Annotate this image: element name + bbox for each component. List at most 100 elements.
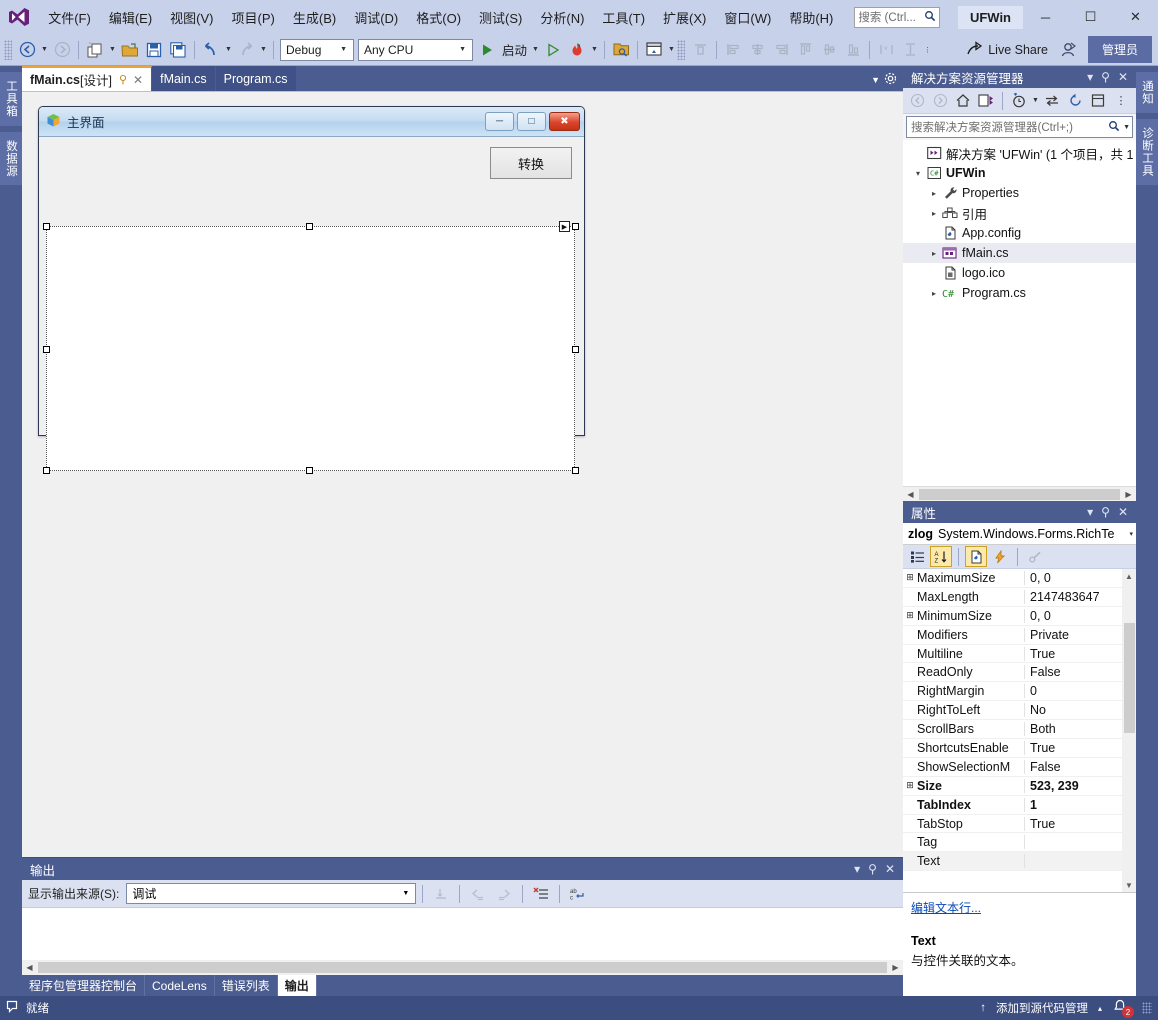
chevron-down-icon[interactable]: ▾ [854, 862, 860, 876]
property-pages-icon[interactable] [1024, 546, 1046, 567]
output-text-area[interactable]: ◀ ▶ [22, 908, 903, 975]
categorized-icon[interactable] [906, 546, 928, 567]
property-value[interactable]: True [1025, 817, 1136, 831]
properties-object-selector[interactable]: zlog System.Windows.Forms.RichTe ▾ [903, 523, 1136, 545]
tab-fmain-design[interactable]: fMain.cs [设计] ⚲ ✕ [22, 66, 153, 91]
navigate-backward-dropdown[interactable]: ▼ [39, 38, 50, 62]
menu-item-debug[interactable]: 调试(D) [345, 4, 407, 31]
expand-icon[interactable]: ⊞ [903, 572, 917, 583]
resize-handle-top-center[interactable] [306, 223, 313, 230]
property-value[interactable]: False [1025, 665, 1136, 679]
property-row[interactable]: TabStop True [903, 815, 1136, 834]
scroll-down-icon[interactable]: ▼ [1125, 878, 1133, 892]
minimize-button[interactable]: ─ [1023, 0, 1068, 34]
property-row[interactable]: Multiline True [903, 645, 1136, 664]
tab-program-cs[interactable]: Program.cs [215, 66, 297, 91]
scroll-thumb[interactable] [38, 962, 887, 973]
form-close-button[interactable]: ✖ [549, 112, 580, 131]
solution-configuration-combo[interactable]: Debug ▼ [280, 38, 354, 61]
properties-grid[interactable]: ⊞ MaximumSize 0, 0 MaxLength 2147483647 ⊞ Mi… [903, 569, 1136, 892]
notifications-button[interactable]: 2 [1112, 999, 1134, 1018]
forward-icon[interactable] [929, 90, 951, 112]
resize-handle-bottom-left[interactable] [43, 467, 50, 474]
tab-codelens[interactable]: CodeLens [145, 975, 215, 996]
form-maximize-button[interactable]: □ [517, 112, 546, 131]
undo-dropdown[interactable]: ▼ [223, 38, 234, 62]
new-project-dropdown[interactable]: ▼ [107, 38, 118, 62]
tab-settings-gear-icon[interactable] [884, 72, 897, 88]
align-rights-icon[interactable] [769, 38, 793, 62]
menu-item-build[interactable]: 生成(B) [284, 4, 345, 31]
output-horizontal-scrollbar[interactable]: ◀ ▶ [22, 960, 903, 975]
property-value[interactable]: 523, 239 [1025, 779, 1136, 793]
maximize-button[interactable]: ☐ [1068, 0, 1113, 34]
designer-window-icon[interactable] [642, 38, 666, 62]
tab-output[interactable]: 输出 [277, 975, 317, 996]
property-value[interactable]: 0, 0 [1025, 609, 1136, 623]
resize-handle-top-left[interactable] [43, 223, 50, 230]
vtab-toolbox[interactable]: 工具箱 [0, 72, 22, 126]
resize-handle-bottom-center[interactable] [306, 467, 313, 474]
vtab-notifications[interactable]: 通知 [1136, 72, 1158, 113]
smart-tag-glyph-icon[interactable]: ▶ [559, 221, 570, 232]
scroll-up-icon[interactable]: ▲ [1125, 569, 1133, 583]
resize-handle-mid-left[interactable] [43, 346, 50, 353]
chevron-down-icon[interactable]: ▾ [1087, 505, 1093, 519]
align-to-grid-icon[interactable] [688, 38, 712, 62]
pin-icon[interactable]: ⚲ [1101, 70, 1110, 84]
designed-form[interactable]: 主界面 ─ □ ✖ 转换 ▶ [38, 106, 585, 474]
form-client-area[interactable]: 转换 ▶ [41, 138, 582, 474]
vtab-data-sources[interactable]: 数据源 [0, 131, 22, 185]
pending-changes-filter-icon[interactable] [1008, 90, 1030, 112]
menu-item-window[interactable]: 窗口(W) [715, 4, 780, 31]
collapse-toggle-icon[interactable] [1041, 90, 1063, 112]
close-icon[interactable]: ✕ [1118, 70, 1128, 84]
property-value[interactable]: True [1025, 741, 1136, 755]
quick-launch-search[interactable]: 搜索 (Ctrl... [854, 6, 940, 28]
property-value[interactable]: False [1025, 760, 1136, 774]
start-without-debugging-icon[interactable] [541, 38, 565, 62]
close-button[interactable]: ✕ [1113, 0, 1158, 34]
tree-node-references[interactable]: ▸ 引用 [903, 203, 1136, 223]
hot-reload-dropdown[interactable]: ▼ [589, 38, 600, 62]
property-row[interactable]: ShowSelectionM False [903, 758, 1136, 777]
tree-node-properties[interactable]: ▸ Properties [903, 183, 1136, 203]
new-project-icon[interactable] [83, 38, 107, 62]
alphabetical-icon[interactable]: AZ [930, 546, 952, 567]
form-designer-surface[interactable]: 主界面 ─ □ ✖ 转换 ▶ [22, 91, 903, 857]
preview-selected-items-icon[interactable] [609, 38, 633, 62]
make-same-height-icon[interactable] [898, 38, 922, 62]
align-tops-icon[interactable] [793, 38, 817, 62]
menu-item-view[interactable]: 视图(V) [161, 4, 222, 31]
property-row[interactable]: ⊞ Size 523, 239 [903, 777, 1136, 796]
property-row[interactable]: Text [903, 852, 1136, 872]
show-all-files-icon[interactable] [1087, 90, 1109, 112]
tree-node-project-ufwin[interactable]: ▾ C# UFWin [903, 163, 1136, 183]
tree-node-solution[interactable]: 解决方案 'UFWin' (1 个项目，共 1 个 [903, 143, 1136, 163]
active-files-dropdown-icon[interactable]: ▼ [871, 75, 880, 85]
solution-explorer-search-input[interactable]: 搜索解决方案资源管理器(Ctrl+;) ▼ [906, 116, 1133, 138]
chevron-down-icon[interactable]: ▾ [1129, 530, 1133, 538]
resize-grip[interactable] [1142, 1002, 1152, 1014]
menu-item-format[interactable]: 格式(O) [407, 4, 470, 31]
tree-node-fmain-cs[interactable]: ▸ fMain.cs [903, 243, 1136, 263]
align-middles-icon[interactable] [817, 38, 841, 62]
property-value[interactable]: 0, 0 [1025, 571, 1136, 585]
pin-icon[interactable]: ⚲ [1101, 505, 1110, 519]
property-value[interactable]: Private [1025, 628, 1136, 642]
save-all-icon[interactable] [166, 38, 190, 62]
property-row[interactable]: ShortcutsEnable True [903, 739, 1136, 758]
chevron-down-icon[interactable]: ▾ [1087, 70, 1093, 84]
property-row[interactable]: Modifiers Private [903, 626, 1136, 645]
redo-dropdown[interactable]: ▼ [258, 38, 269, 62]
menu-item-extensions[interactable]: 扩展(X) [654, 4, 715, 31]
tab-fmain-code[interactable]: fMain.cs [152, 66, 216, 91]
events-icon[interactable] [989, 546, 1011, 567]
refresh-icon[interactable] [1064, 90, 1086, 112]
convert-button[interactable]: 转换 [490, 147, 572, 179]
property-value[interactable]: 2147483647 [1025, 590, 1136, 604]
navigate-backward-icon[interactable] [15, 38, 39, 62]
menu-item-test[interactable]: 测试(S) [470, 4, 531, 31]
menu-item-help[interactable]: 帮助(H) [780, 4, 842, 31]
home-icon[interactable] [952, 90, 974, 112]
